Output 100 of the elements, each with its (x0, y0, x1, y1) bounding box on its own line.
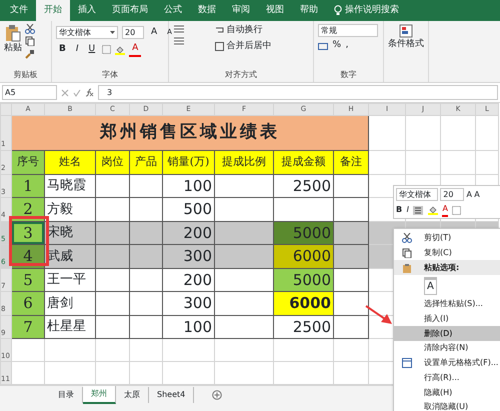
ribbon-tab[interactable]: 审阅 (224, 0, 258, 21)
percent-button[interactable]: % (332, 39, 342, 53)
fill-color-icon[interactable] (115, 44, 126, 54)
column-heading: 岗位 (96, 150, 130, 174)
table-cell: 5000 (274, 268, 334, 292)
menu-item[interactable]: 选择性粘贴(S)... (394, 297, 500, 312)
italic-button[interactable]: I (406, 204, 409, 216)
formula-input[interactable]: 3 (98, 85, 498, 100)
table-cell: 杜星星 (44, 315, 96, 338)
menu-item[interactable]: 复制(C) (394, 246, 500, 260)
paste-button[interactable]: 粘贴 (4, 42, 22, 56)
arrow-annotation (365, 305, 393, 325)
bold-button[interactable]: B (56, 42, 69, 56)
underline-button[interactable]: U (86, 42, 98, 56)
add-sheet-icon[interactable] (212, 390, 222, 400)
ribbon-tab[interactable]: 开始 (36, 0, 70, 21)
column-heading: 序号 (12, 150, 44, 174)
table-cell: 200 (162, 268, 214, 292)
scissors-icon[interactable] (25, 24, 35, 34)
table-cell: 5000 (274, 221, 334, 244)
menu-item[interactable]: 隐藏(H) (394, 385, 500, 400)
ribbon-tab[interactable]: 插入 (70, 0, 104, 21)
group-label: 数字 (340, 69, 358, 81)
table-cell: 6000 (274, 292, 334, 315)
table-cell: 500 (162, 198, 214, 221)
format-brush-icon[interactable] (25, 48, 35, 58)
font-name-dropdown[interactable]: 华文楷体 (396, 188, 438, 201)
align-center-icon[interactable] (413, 206, 424, 215)
sheet-title: 郑州销售区域业绩表 (12, 115, 368, 150)
borders-icon[interactable] (102, 45, 112, 54)
paste-keep-text-button[interactable]: A (424, 277, 437, 296)
table-cell: 王一平 (44, 268, 96, 292)
currency-icon[interactable] (318, 42, 328, 50)
conditional-format-icon[interactable] (399, 24, 413, 38)
comma-button[interactable]: , (346, 39, 348, 53)
column-heading: 提成金额 (274, 150, 334, 174)
ribbon-tab[interactable]: 页面布局 (104, 0, 156, 21)
copy-icon (402, 248, 412, 258)
fill-color-icon[interactable] (428, 205, 438, 216)
column-heading: 备注 (334, 150, 368, 174)
number-format-dropdown[interactable]: 常规 (318, 24, 378, 37)
ribbon-tab[interactable]: 视图 (258, 0, 292, 21)
merge-cells-icon[interactable] (215, 42, 224, 51)
column-heading: 提成比例 (214, 150, 274, 174)
group-label: 对齐方式 (224, 69, 258, 81)
highlight-frame (9, 216, 49, 266)
table-cell: 2500 (274, 174, 334, 198)
lightbulb-icon (334, 5, 342, 16)
font-size-dropdown[interactable]: 20 (440, 188, 464, 201)
table-cell: 马晓霞 (44, 174, 96, 198)
group-label: 字体 (101, 69, 119, 81)
font-size-dropdown[interactable]: 20 (122, 26, 144, 39)
ribbon-tab[interactable]: 数据 (190, 0, 224, 21)
table-cell: 2500 (274, 315, 334, 338)
menu-item[interactable]: 删除(D) (394, 326, 500, 342)
menu-item[interactable]: 行高(R)... (394, 370, 500, 386)
table-cell: 3 (12, 221, 44, 244)
font-name-dropdown[interactable]: 华文楷体 (56, 26, 118, 39)
merge-center-button[interactable]: 合并后居中 (226, 40, 272, 54)
table-cell: 6000 (274, 244, 334, 268)
menu-item[interactable]: 剪切(T) (394, 231, 500, 246)
column-heading: 产品 (130, 150, 162, 174)
grow-font-button[interactable]: A (466, 188, 472, 200)
tell-me-search[interactable]: 操作说明搜索 (345, 4, 399, 18)
table-cell: 100 (162, 315, 214, 338)
paste-icon[interactable] (5, 24, 21, 42)
format-cells-icon (402, 358, 412, 368)
column-heading: 姓名 (44, 150, 96, 174)
table-cell: 5 (12, 268, 44, 292)
table-cell: 300 (162, 244, 214, 268)
dropdown-arrow-icon (110, 31, 115, 34)
menu-item[interactable]: 设置单元格格式(F)... (394, 356, 500, 370)
bold-button[interactable]: B (396, 204, 402, 216)
menu-item[interactable]: 插入(I) (394, 312, 500, 326)
name-box[interactable]: A5 (2, 85, 57, 100)
clipboard-icon (402, 262, 412, 273)
menu-item[interactable]: 取消隐藏(U) (394, 400, 500, 411)
italic-button[interactable]: I (72, 42, 82, 56)
conditional-format-button[interactable]: 条件格式 (388, 38, 424, 52)
table-cell: 100 (162, 174, 214, 198)
table-cell: 7 (12, 315, 44, 338)
sheet-tab[interactable]: 郑州 (83, 386, 116, 404)
wrap-text-button[interactable]: 自动换行 (226, 24, 262, 38)
ribbon-tab[interactable]: 文件 (2, 0, 36, 21)
ribbon-tab[interactable]: 公式 (156, 0, 190, 21)
copy-icon[interactable] (25, 36, 35, 46)
grow-font-button[interactable]: A (148, 26, 160, 40)
ribbon-tab[interactable]: 帮助 (292, 0, 326, 21)
table-cell: 唐剑 (44, 292, 96, 315)
font-color-button[interactable]: A (442, 203, 448, 218)
borders-icon[interactable] (452, 206, 462, 215)
font-color-button[interactable]: A (129, 42, 142, 58)
table-cell: 200 (162, 221, 214, 244)
shrink-font-button[interactable]: A (474, 188, 480, 200)
wrap-text-icon[interactable] (215, 26, 224, 36)
function-icon[interactable] (85, 88, 94, 97)
scissors-icon (402, 233, 412, 244)
menu-section-label: 粘贴选项: (424, 262, 460, 274)
menu-item[interactable]: 清除内容(N) (394, 341, 500, 356)
table-cell: 300 (162, 292, 214, 315)
